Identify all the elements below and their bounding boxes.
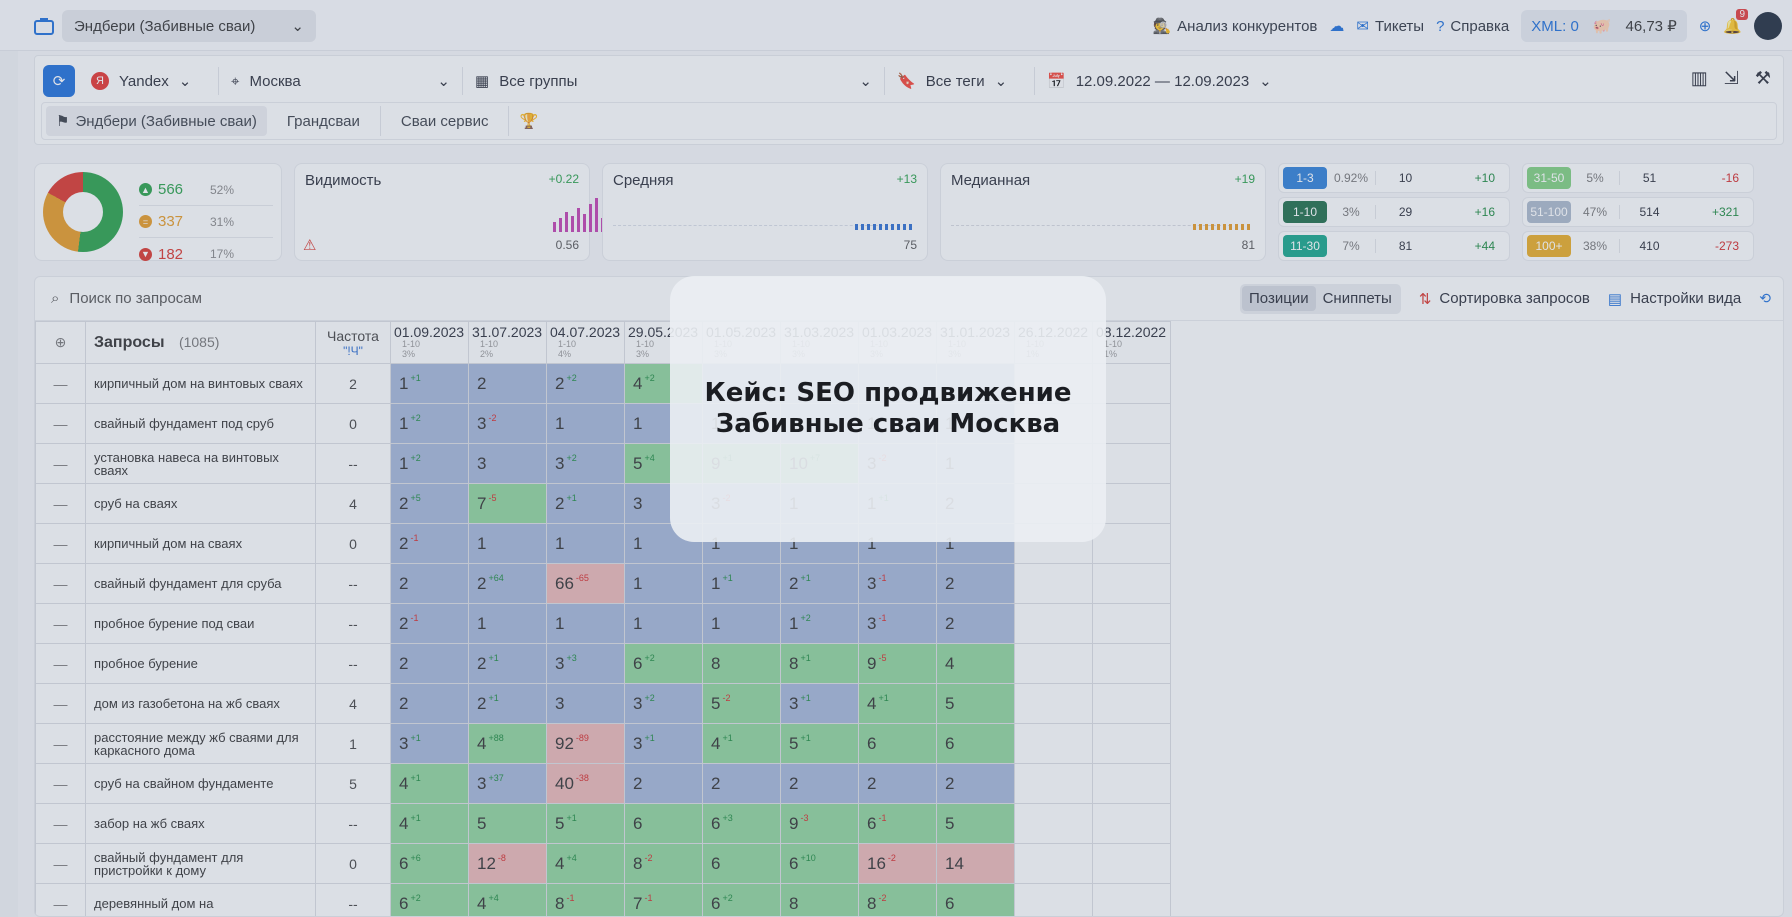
case-title-line-2: Забивные сваи Москва bbox=[715, 409, 1061, 439]
case-title-line-1: Кейс: SEO продвижение bbox=[704, 378, 1072, 408]
case-title-card: Кейс: SEO продвижение Забивные сваи Москв… bbox=[670, 276, 1106, 542]
